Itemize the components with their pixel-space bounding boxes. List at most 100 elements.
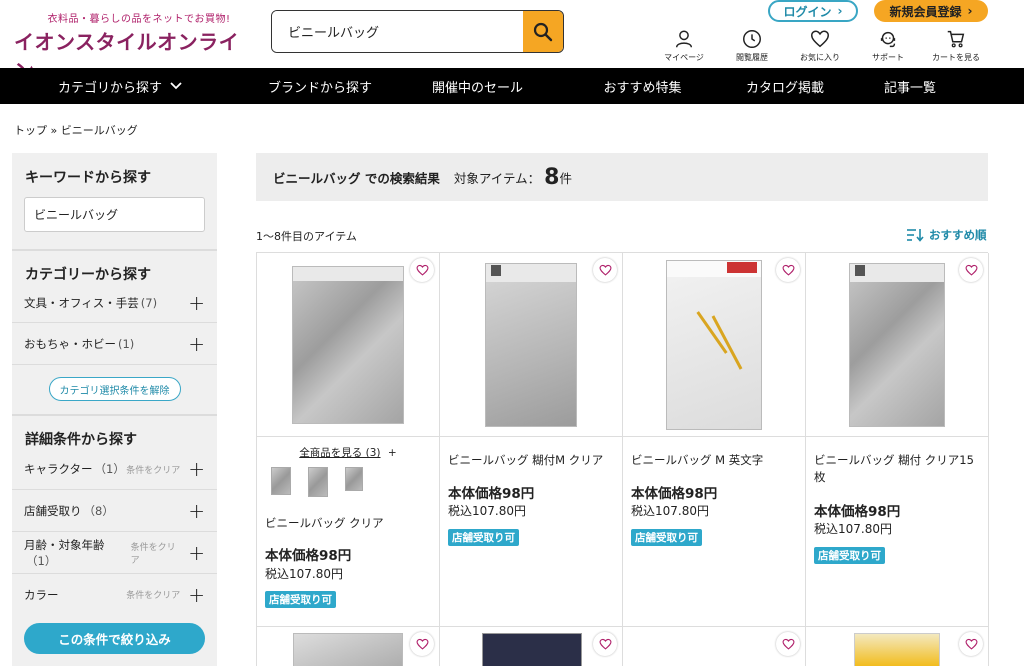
plus-icon[interactable]: + bbox=[188, 459, 205, 479]
cart-link[interactable]: カートを見る bbox=[922, 28, 990, 63]
detail-count: （1） bbox=[94, 462, 125, 476]
login-button[interactable]: ログイン › bbox=[768, 0, 858, 22]
nav-category[interactable]: カテゴリから探す bbox=[0, 68, 240, 104]
heart-icon bbox=[965, 638, 977, 650]
site-header: 衣料品・暮らしの品をネットでお買物! イオンスタイルオンライン ログイン › 新… bbox=[0, 0, 1024, 83]
favorite-button[interactable] bbox=[593, 632, 617, 656]
breadcrumb-current: ビニールバッグ bbox=[60, 124, 138, 137]
favorite-button[interactable] bbox=[593, 258, 617, 282]
product-card[interactable]: ビニールバッグ 糊付M クリア 本体価格98円 税込107.80円 店舗受取り可 bbox=[440, 253, 623, 627]
breadcrumb-separator: » bbox=[50, 124, 58, 137]
variant-thumb[interactable] bbox=[271, 467, 291, 495]
plus-icon[interactable]: + bbox=[188, 585, 205, 605]
product-image[interactable] bbox=[257, 253, 439, 436]
favorites-link[interactable]: お気に入り bbox=[786, 28, 854, 63]
search-icon bbox=[533, 22, 553, 41]
nav-feature[interactable]: おすすめ特集 bbox=[555, 68, 730, 104]
detail-item-color[interactable]: カラー 条件をクリア + bbox=[12, 573, 217, 615]
login-label: ログイン bbox=[783, 4, 832, 19]
favorite-button[interactable] bbox=[959, 258, 983, 282]
detail-item-age[interactable]: 月齢・対象年齢（1） 条件をクリア + bbox=[12, 531, 217, 573]
detail-count: （8） bbox=[83, 503, 114, 518]
variant-thumb[interactable] bbox=[345, 467, 363, 491]
plus-icon[interactable]: + bbox=[188, 334, 205, 354]
main-nav: カテゴリから探す ブランドから探す 開催中のセール おすすめ特集 カタログ掲載 … bbox=[0, 68, 1024, 104]
product-tax-price: 税込107.80円 bbox=[814, 522, 892, 536]
product-tax-price: 税込107.80円 bbox=[631, 504, 709, 518]
product-title-line: 枚 bbox=[814, 470, 826, 484]
results-query: ビニールバッグ での検索結果 bbox=[273, 170, 440, 186]
breadcrumb: トップ » ビニールバッグ bbox=[14, 122, 138, 138]
heart-icon bbox=[599, 264, 611, 276]
plus-icon[interactable]: + bbox=[188, 543, 205, 563]
register-button[interactable]: 新規会員登録 › bbox=[874, 0, 988, 22]
header-icon-bar: マイページ 閲覧履歴 お気に入り サポート カートを見る bbox=[650, 28, 990, 63]
nav-catalog[interactable]: カタログ掲載 bbox=[730, 68, 840, 104]
nav-sale[interactable]: 開催中のセール bbox=[400, 68, 555, 104]
product-tax-price: 税込107.80円 bbox=[448, 504, 526, 518]
product-card[interactable] bbox=[257, 627, 440, 666]
headset-icon bbox=[880, 31, 896, 48]
product-card[interactable]: 全商品を見る (3) + ビニールバッグ クリア 本体価格98円 税込107.8… bbox=[257, 253, 440, 627]
category-count: (7) bbox=[140, 296, 158, 310]
heart-icon bbox=[416, 264, 428, 276]
product-price: 本体価格98円 bbox=[814, 504, 901, 520]
favorite-button[interactable] bbox=[776, 258, 800, 282]
product-price: 本体価格98円 bbox=[448, 486, 535, 502]
product-card[interactable] bbox=[440, 627, 623, 666]
search-button[interactable] bbox=[523, 11, 563, 52]
plus-icon[interactable]: + bbox=[188, 501, 205, 521]
category-item-stationery[interactable]: 文具・オフィス・手芸 (7) + bbox=[12, 284, 217, 322]
product-image[interactable] bbox=[806, 253, 988, 436]
variant-thumb[interactable] bbox=[308, 467, 328, 497]
product-card[interactable] bbox=[623, 627, 806, 666]
apply-filter-button[interactable]: この条件で絞り込み bbox=[24, 623, 205, 654]
product-tax-price: 税込107.80円 bbox=[265, 567, 343, 581]
favorite-button[interactable] bbox=[410, 632, 434, 656]
logo-tagline: 衣料品・暮らしの品をネットでお買物! bbox=[47, 14, 231, 25]
breadcrumb-top[interactable]: トップ bbox=[14, 124, 47, 137]
product-card[interactable]: ビニールバッグ M 英文字 本体価格98円 税込107.80円 店舗受取り可 bbox=[623, 253, 806, 627]
nav-brand[interactable]: ブランドから探す bbox=[240, 68, 400, 104]
favorite-button[interactable] bbox=[959, 632, 983, 656]
clear-condition-link[interactable]: 条件をクリア bbox=[126, 463, 180, 476]
product-card[interactable] bbox=[806, 627, 989, 666]
keyword-field[interactable]: ビニールバッグ bbox=[24, 197, 205, 232]
mypage-link[interactable]: マイページ bbox=[650, 28, 718, 63]
store-pickup-badge: 店舗受取り可 bbox=[631, 529, 702, 546]
store-pickup-badge: 店舗受取り可 bbox=[265, 591, 336, 608]
favorite-button[interactable] bbox=[776, 632, 800, 656]
category-label: おもちゃ・ホビー bbox=[24, 336, 116, 351]
product-image[interactable] bbox=[623, 253, 805, 436]
product-title[interactable]: ビニールバッグ クリア bbox=[265, 515, 384, 532]
product-image[interactable] bbox=[440, 253, 622, 436]
plus-icon[interactable]: + bbox=[188, 293, 205, 313]
bag-image bbox=[849, 262, 945, 427]
product-image[interactable] bbox=[293, 633, 403, 666]
search-input[interactable] bbox=[272, 11, 523, 52]
product-image[interactable] bbox=[854, 633, 940, 666]
product-card[interactable]: ビニールバッグ 糊付 クリア15 枚 本体価格98円 税込107.80円 店舗受… bbox=[806, 253, 989, 627]
clear-category-button[interactable]: カテゴリ選択条件を解除 bbox=[48, 377, 181, 401]
sort-dropdown[interactable]: おすすめ順 bbox=[906, 227, 987, 243]
heart-icon bbox=[599, 638, 611, 650]
see-all-link[interactable]: 全商品を見る (3) + bbox=[257, 445, 439, 460]
history-link[interactable]: 閲覧履歴 bbox=[718, 28, 786, 63]
chevron-right-icon: › bbox=[837, 4, 843, 18]
bag-image bbox=[292, 265, 404, 424]
clear-condition-link[interactable]: 条件をクリア bbox=[131, 540, 181, 566]
product-title[interactable]: ビニールバッグ 糊付 クリア15 枚 bbox=[814, 452, 974, 486]
product-image[interactable] bbox=[482, 633, 582, 666]
product-title[interactable]: ビニールバッグ M 英文字 bbox=[631, 452, 763, 469]
support-link[interactable]: サポート bbox=[854, 28, 922, 63]
product-title[interactable]: ビニールバッグ 糊付M クリア bbox=[448, 452, 603, 469]
detail-label: カラー bbox=[24, 587, 59, 602]
bag-image bbox=[485, 262, 577, 427]
nav-articles[interactable]: 記事一覧 bbox=[840, 68, 980, 104]
detail-item-character[interactable]: キャラクター （1） 条件をクリア + bbox=[12, 449, 217, 489]
detail-item-store-pickup[interactable]: 店舗受取り （8） + bbox=[12, 489, 217, 531]
category-item-toys[interactable]: おもちゃ・ホビー (1) + bbox=[12, 322, 217, 364]
favorite-button[interactable] bbox=[410, 258, 434, 282]
detail-count: （1） bbox=[26, 553, 57, 568]
clear-condition-link[interactable]: 条件をクリア bbox=[126, 588, 180, 601]
